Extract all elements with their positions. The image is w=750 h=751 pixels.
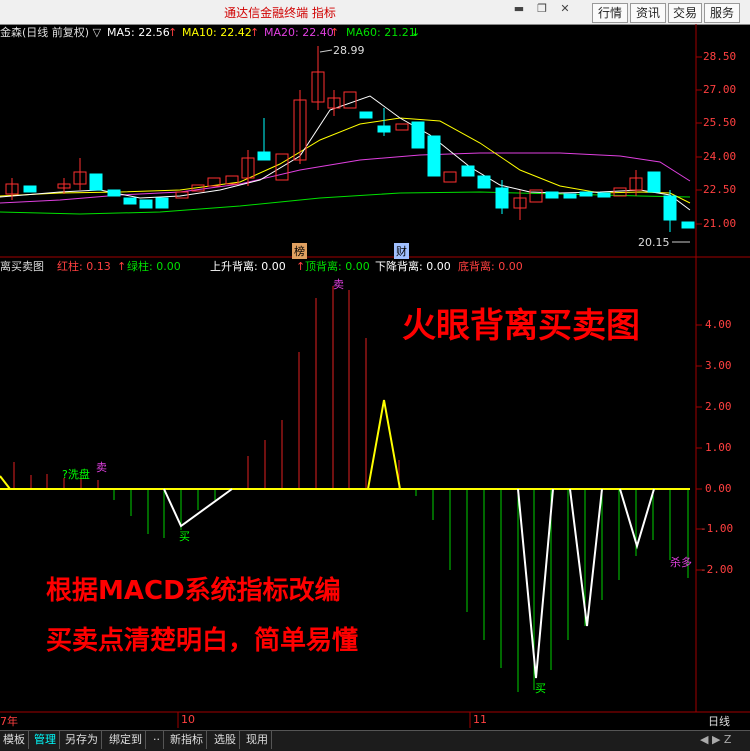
- y-tick: 25.50: [703, 116, 737, 129]
- low-price-label: 20.15: [638, 236, 670, 249]
- tab-current[interactable]: 现用: [243, 731, 272, 749]
- red-bar-arrow-icon: ↑: [117, 260, 127, 273]
- red-bar-label: 红柱: 0.13: [57, 260, 111, 273]
- red-bars: [13, 286, 400, 489]
- tab-template[interactable]: 模板: [0, 731, 29, 749]
- y-tick: 22.50: [703, 183, 737, 196]
- green-bar-label: 绿柱: 0.00: [127, 260, 181, 273]
- tab-manage[interactable]: 管理: [31, 731, 60, 749]
- sell-signal-top: 卖: [333, 278, 344, 291]
- time-label: 7年: [0, 715, 18, 728]
- y-tick: 28.50: [703, 50, 737, 63]
- candlesticks: [5, 46, 695, 232]
- y-tick: 21.00: [703, 217, 737, 230]
- high-price-label: 28.99: [333, 44, 365, 57]
- indicator-name: 离买卖图: [0, 260, 44, 273]
- y-tick: 24.00: [703, 150, 737, 163]
- down-divergence-label: 下降背离: 0.00: [375, 260, 451, 273]
- divergence-2: [569, 488, 603, 627]
- tab-more[interactable]: ··: [150, 731, 164, 749]
- time-label: 11: [473, 713, 487, 726]
- time-label: 10: [181, 713, 195, 726]
- caption-line-1: 根据MACD系统指标改编: [46, 576, 341, 606]
- indicator-y-tick: 3.00: [705, 359, 732, 372]
- indicator-title-overlay: 火眼背离买卖图: [402, 306, 640, 346]
- tab-new-indicator[interactable]: 新指标: [167, 731, 207, 749]
- divergence-3: [619, 488, 655, 550]
- top-divergence-label: 顶背离: 0.00: [305, 260, 370, 273]
- y-tick: 27.00: [703, 83, 737, 96]
- buy-signal-bottom: 买: [535, 682, 546, 695]
- event-tag-finance[interactable]: 财: [394, 243, 409, 259]
- caption-line-2: 买卖点清楚明白，简单易懂: [46, 626, 359, 656]
- collapse-icon[interactable]: ◀ ▶ Z: [700, 733, 731, 746]
- sell-signal-left: 卖: [96, 461, 107, 474]
- indicator-y-tick: 2.00: [705, 400, 732, 413]
- period-label[interactable]: 日线: [708, 713, 730, 729]
- indicator-y-tick: 0.00: [705, 482, 732, 495]
- tab-save-as[interactable]: 另存为: [62, 731, 102, 749]
- indicator-y-tick: 4.00: [705, 318, 732, 331]
- tab-bind-to[interactable]: 绑定到: [106, 731, 146, 749]
- tab-stock-pick[interactable]: 选股: [211, 731, 240, 749]
- top-divergence-line: [367, 399, 401, 490]
- indicator-y-tick: -1.00: [700, 522, 734, 535]
- indicator-y-tick: -2.00: [700, 563, 734, 576]
- buy-divergence-bottom: [517, 488, 554, 679]
- up-divergence-label: 上升背离: 0.00: [210, 260, 286, 273]
- kill-long-signal: 杀多: [670, 556, 692, 569]
- bottom-divergence-label: 底背离: 0.00: [458, 260, 523, 273]
- event-tag-list[interactable]: 榜: [292, 243, 307, 259]
- up-divergence-arrow-icon: ↑: [296, 260, 306, 273]
- indicator-y-tick: 1.00: [705, 441, 732, 454]
- wash-signal: ?洗盘: [62, 468, 90, 481]
- buy-signal-left: 买: [179, 530, 190, 543]
